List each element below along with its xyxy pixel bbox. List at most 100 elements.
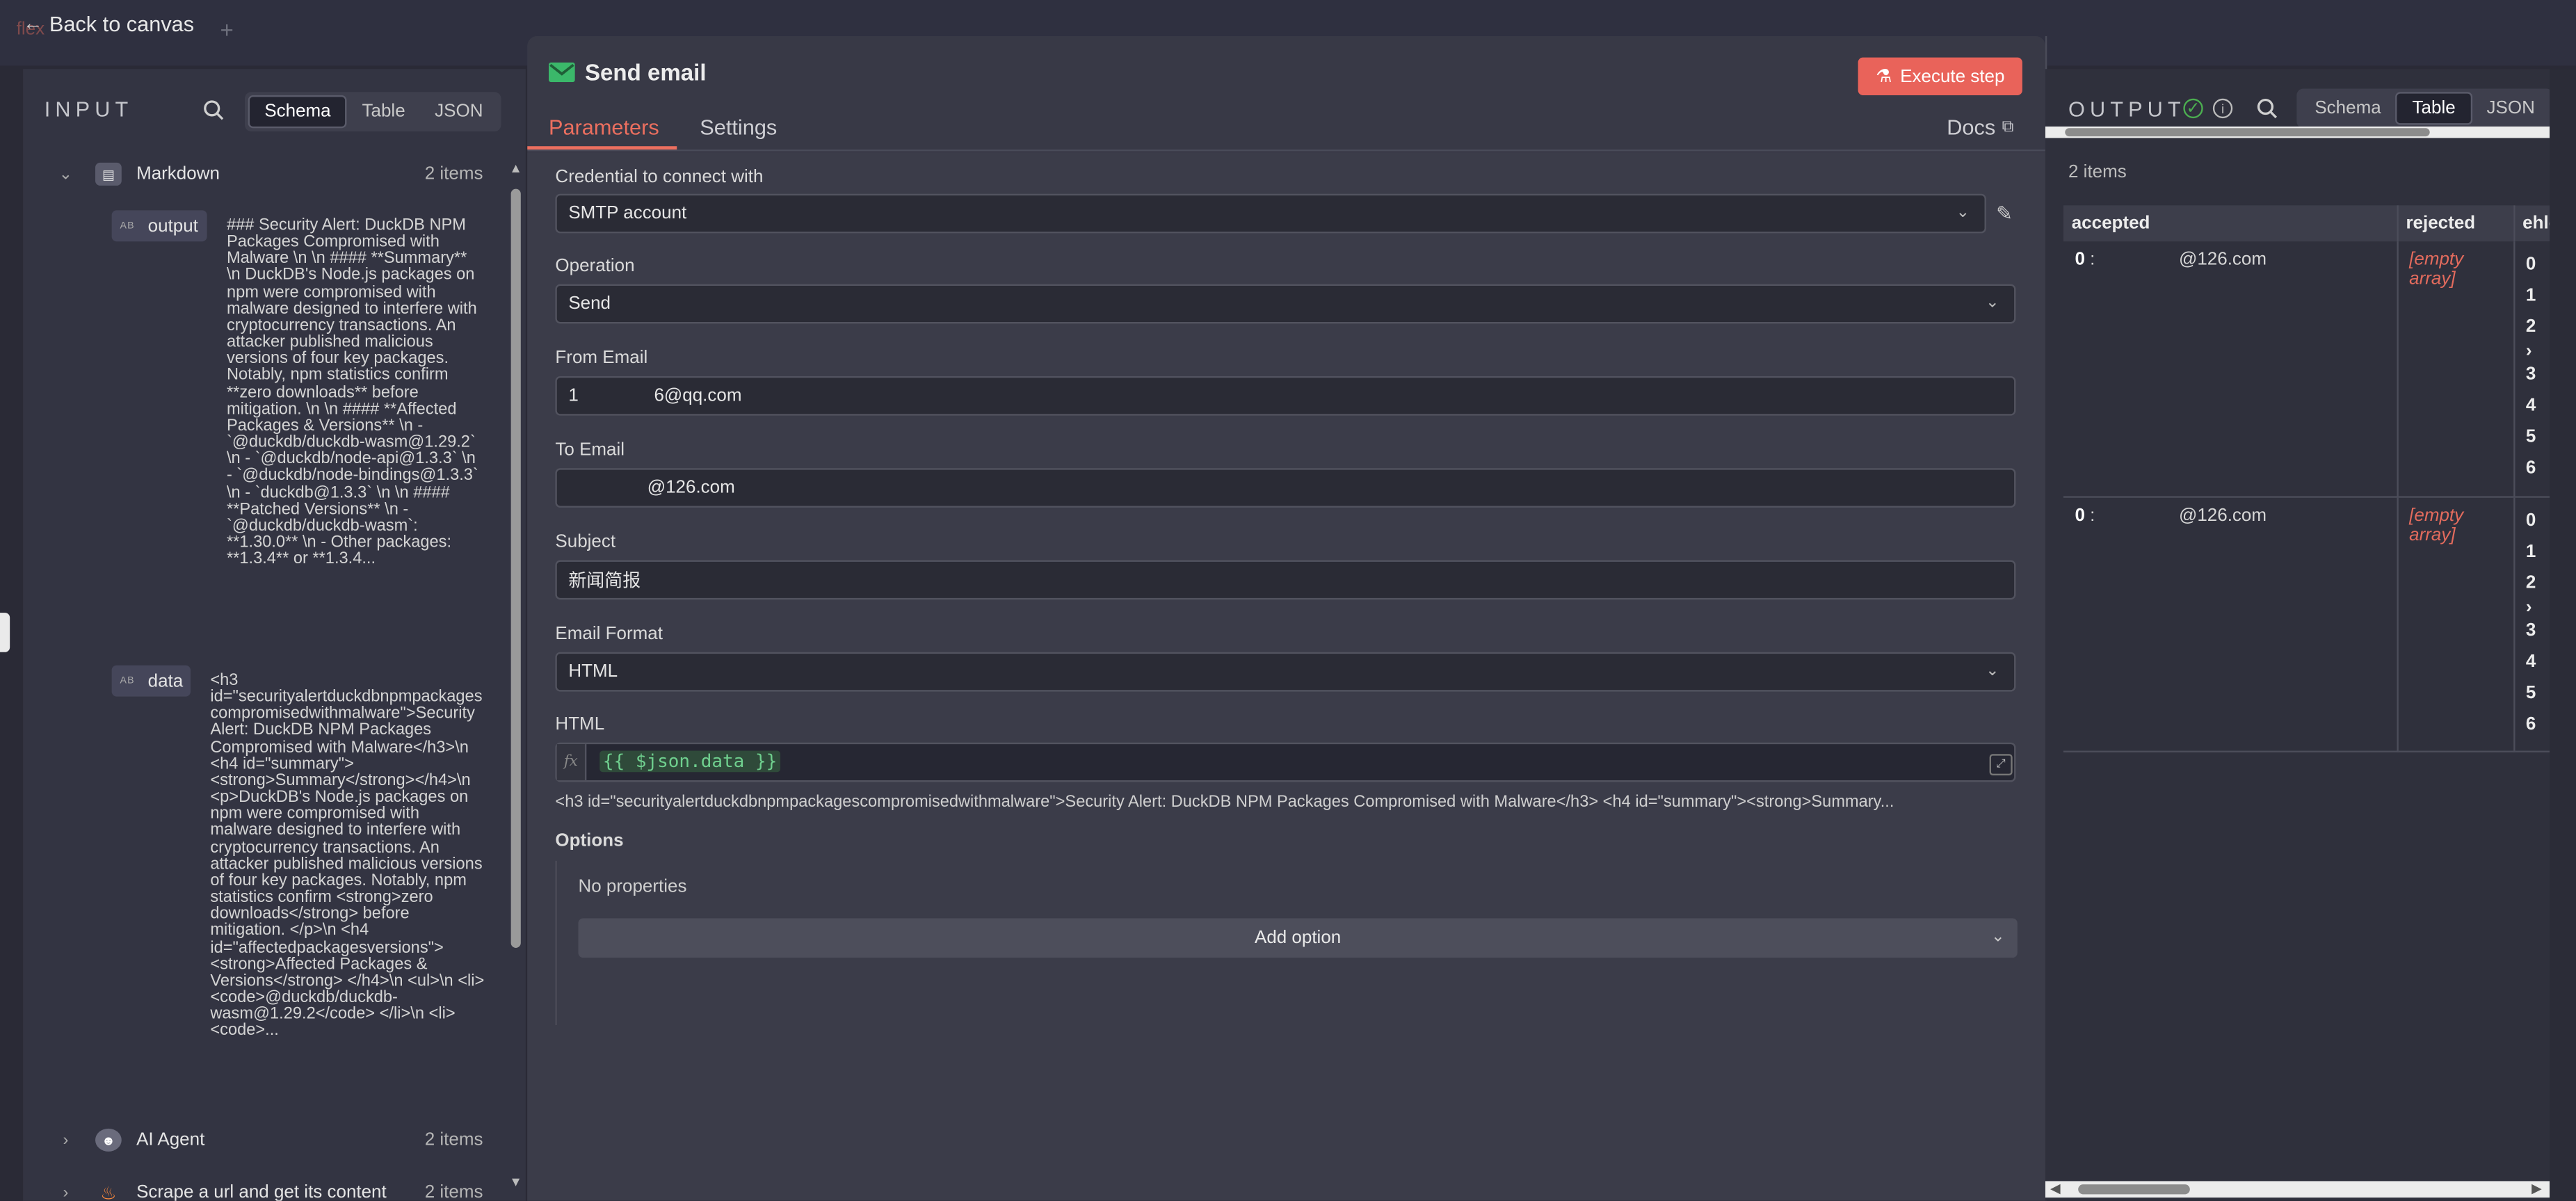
- options-label: Options: [555, 831, 624, 851]
- execute-step-label: Execute step: [1900, 66, 2005, 87]
- node-item-count: 2 items: [424, 164, 483, 184]
- output-view-json[interactable]: JSON: [2472, 92, 2550, 124]
- from-email-prefix: 1: [568, 386, 579, 406]
- input-node-ai-agent[interactable]: › ☻ AI Agent 2 items: [23, 1122, 506, 1158]
- expand-editor-icon[interactable]: ⤢: [1989, 754, 2013, 775]
- operation-value: Send: [568, 293, 611, 314]
- ehlo-index: 3: [2525, 364, 2536, 385]
- ehlo-index: 2: [2525, 572, 2536, 593]
- credential-select[interactable]: SMTP account ⌄: [555, 193, 1986, 234]
- cell-accepted: 0 : @126.com: [2063, 496, 2398, 752]
- input-view-json[interactable]: JSON: [420, 95, 498, 128]
- input-node-scrape-url[interactable]: › ♨ Scrape a url and get its content 2 i…: [23, 1175, 506, 1201]
- chevron-down-icon: ⌄: [1956, 203, 1970, 222]
- node-name: AI Agent: [136, 1130, 205, 1150]
- node-settings-modal: Send email ⚗ Execute step Parameters Set…: [527, 35, 2047, 1201]
- input-view-schema[interactable]: Schema: [248, 95, 348, 129]
- empty-array-text: [empty array]: [2409, 250, 2464, 289]
- input-node-markdown[interactable]: ⌄ ▤ Markdown 2 items: [23, 156, 506, 192]
- cell-ehlo: 0 1 2 › 3 4 5 6: [2513, 241, 2550, 497]
- cell-accepted: 0 : @126.com: [2063, 241, 2398, 497]
- column-header-accepted: accepted: [2063, 205, 2398, 242]
- subject-label: Subject: [555, 532, 616, 552]
- array-index: 0: [2075, 505, 2085, 525]
- node-name: Markdown: [136, 164, 220, 184]
- output-horizontal-scrollbar[interactable]: [2045, 1181, 2550, 1198]
- ehlo-index: 6: [2525, 458, 2536, 478]
- success-check-icon: ✓: [2183, 98, 2203, 119]
- field-name: output: [147, 216, 198, 236]
- html-label: HTML: [555, 714, 605, 734]
- accepted-email-suffix: @126.com: [2178, 505, 2267, 525]
- input-scrollbar-thumb[interactable]: [510, 188, 521, 948]
- html-expression-field[interactable]: fx {{ $json.data }} ⤢: [555, 742, 2016, 782]
- input-panel: INPUT Schema Table JSON ⌄ ▤ Markdown 2 i…: [23, 69, 526, 1201]
- node-item-count: 2 items: [424, 1182, 483, 1201]
- field-name: data: [147, 670, 184, 691]
- ehlo-index: 0: [2525, 255, 2536, 275]
- array-index: 0: [2075, 250, 2085, 270]
- search-icon[interactable]: [202, 99, 225, 122]
- execute-step-button[interactable]: ⚗ Execute step: [1858, 57, 2022, 96]
- ehlo-index: 4: [2525, 396, 2536, 416]
- scroll-left-arrow-icon[interactable]: ◀: [2050, 1181, 2061, 1195]
- string-type-icon: AB: [120, 220, 135, 231]
- from-email-suffix: 6@qq.com: [654, 386, 742, 406]
- email-format-select[interactable]: HTML ⌄: [555, 652, 2016, 692]
- modal-header: Send email ⚗ Execute step Parameters Set…: [527, 35, 2045, 152]
- output-view-schema[interactable]: Schema: [2300, 92, 2396, 124]
- chevron-down-icon: ⌄: [1990, 928, 2005, 946]
- empty-array-text: [empty array]: [2409, 505, 2464, 545]
- ehlo-index: 1: [2525, 541, 2536, 561]
- output-item-count: 2 items: [2068, 162, 2127, 183]
- app-stage: flex + ← Back to canvas INPUT Schema Tab…: [0, 0, 2576, 1201]
- operation-select[interactable]: Send ⌄: [555, 284, 2016, 324]
- output-view-table[interactable]: Table: [2395, 92, 2472, 125]
- scroll-down-arrow-icon[interactable]: ▼: [509, 1175, 522, 1189]
- column-header-ehlo: ehlo: [2513, 205, 2550, 242]
- pencil-icon[interactable]: ✎: [1996, 202, 2013, 225]
- table-row: 0 : @126.com [empty array] 0 1 2 › 3 4 5…: [2063, 241, 2550, 497]
- field-value-output: ### Security Alert: DuckDB NPM Packages …: [226, 216, 478, 569]
- input-view-table[interactable]: Table: [347, 95, 420, 128]
- node-name: Scrape a url and get its content: [136, 1182, 387, 1201]
- email-format-label: Email Format: [555, 624, 663, 644]
- expression-text: {{ $json.data }}: [599, 750, 780, 773]
- scroll-up-arrow-icon[interactable]: ▲: [509, 161, 522, 175]
- output-horizontal-scrollbar-top[interactable]: [2045, 126, 2550, 138]
- html-expression-preview: <h3 id="securityalertduckdbnpmpackagesco…: [555, 793, 1894, 812]
- right-edge-strip: [2550, 69, 2576, 1201]
- table-header-row: accepted rejected ehlo: [2063, 205, 2550, 242]
- chevron-down-icon: ⌄: [1985, 661, 1999, 680]
- arrow-left-icon: ←: [23, 11, 43, 35]
- table-row: 0 : @126.com [empty array] 0 1 2 › 3 4 5…: [2063, 496, 2550, 752]
- from-email-field[interactable]: 1 6@qq.com: [555, 376, 2016, 416]
- robot-icon: ☻: [95, 1128, 122, 1152]
- ehlo-index: 2: [2525, 316, 2536, 337]
- schema-field-data[interactable]: AB data: [111, 665, 192, 697]
- chevron-right-icon: ›: [63, 1131, 69, 1150]
- chevron-down-icon: ⌄: [1985, 293, 1999, 312]
- fire-icon: ♨: [100, 1183, 117, 1201]
- ehlo-index: 6: [2525, 714, 2536, 734]
- schema-field-output[interactable]: AB output: [111, 210, 207, 242]
- chevron-right-icon: ›: [2525, 341, 2532, 362]
- string-type-icon: AB: [120, 676, 135, 686]
- add-tab-icon: +: [220, 16, 234, 43]
- subject-field[interactable]: 新闻简报: [555, 560, 2016, 600]
- tab-settings[interactable]: Settings: [700, 115, 777, 139]
- scroll-right-arrow-icon[interactable]: ▶: [2531, 1181, 2542, 1195]
- tab-parameters[interactable]: Parameters: [549, 115, 659, 139]
- scrollbar-thumb[interactable]: [2065, 128, 2430, 137]
- ehlo-index: 0: [2525, 510, 2536, 530]
- docs-link[interactable]: Docs ⧉: [1947, 115, 2013, 139]
- subject-value: 新闻简报: [568, 572, 641, 592]
- info-icon[interactable]: i: [2212, 98, 2233, 119]
- search-icon[interactable]: [2255, 97, 2278, 120]
- chevron-right-icon: ›: [63, 1183, 69, 1201]
- back-to-canvas-link[interactable]: ← Back to canvas: [23, 8, 194, 38]
- to-email-field[interactable]: @126.com: [555, 468, 2016, 508]
- add-option-button[interactable]: Add option ⌄: [578, 918, 2018, 958]
- scrollbar-thumb[interactable]: [2078, 1184, 2190, 1195]
- panel-drag-handle[interactable]: [0, 613, 10, 652]
